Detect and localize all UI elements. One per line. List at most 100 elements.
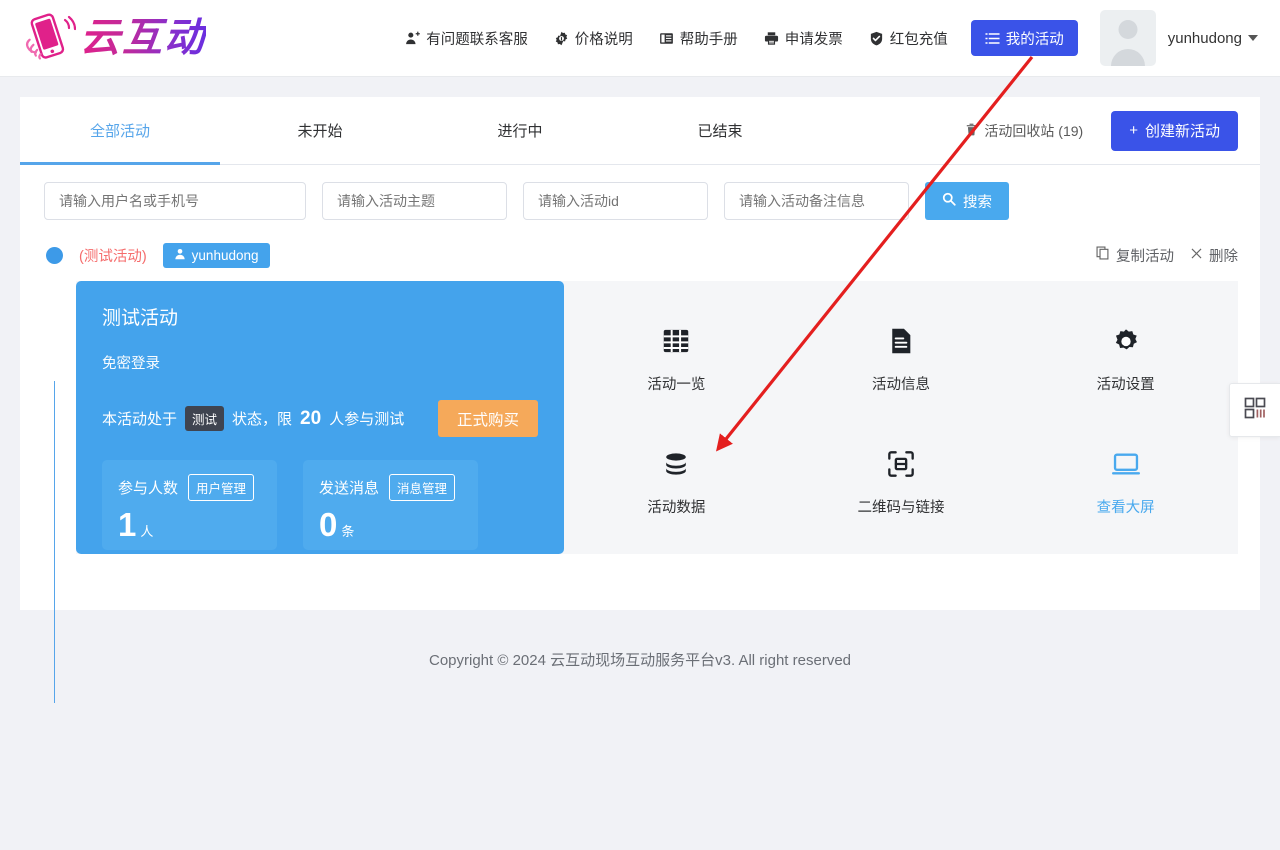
activity-card-row: 测试活动 免密登录 本活动处于 测试 状态，限 20 人参与测试 正式购买 参与… <box>76 281 1238 554</box>
search-input-username[interactable] <box>44 182 306 220</box>
copy-activity-label: 复制活动 <box>1116 248 1174 265</box>
logo[interactable]: 云互动 <box>20 10 206 66</box>
activity-stats: 参与人数 用户管理 1 人 发送消息 消息管理 0 条 <box>102 460 538 550</box>
tool-view-bigscreen[interactable]: 查看大屏 <box>1097 449 1155 517</box>
stat-value-wrap: 1 人 <box>118 508 261 541</box>
stat-head: 发送消息 消息管理 <box>319 474 462 501</box>
tool-label: 查看大屏 <box>1096 499 1155 516</box>
tool-activity-info[interactable]: 活动信息 <box>872 326 930 394</box>
recycle-bin-label: 活动回收站 (19) <box>984 122 1084 139</box>
user-support-icon <box>405 31 421 46</box>
app-header: 云互动 有问题联系客服 价格说明 帮助手册 申请发票 红包充值 我的活动 yun… <box>0 0 1280 77</box>
delete-activity-button[interactable]: 删除 <box>1190 245 1238 266</box>
copy-icon <box>1096 246 1110 264</box>
close-icon <box>1190 247 1203 264</box>
search-filters: 搜索 <box>20 165 1260 237</box>
tool-activity-overview[interactable]: 活动一览 <box>647 326 705 394</box>
nav-item-help-manual[interactable]: 帮助手册 <box>646 28 751 49</box>
nav-item-redpacket-recharge[interactable]: 红包充值 <box>856 28 961 49</box>
search-input-remark[interactable] <box>724 182 909 220</box>
footer-copyright: Copyright © 2024 云互动现场互动服务平台v3. All righ… <box>428 652 851 669</box>
nav-label: 我的活动 <box>1005 31 1064 48</box>
tab-list: 全部活动 未开始 进行中 已结束 <box>20 97 820 165</box>
qr-code-icon <box>1243 396 1267 425</box>
monitor-icon <box>1111 449 1141 479</box>
activity-status-text: 本活动处于 测试 状态，限 20 人参与测试 <box>102 406 404 431</box>
tab-label: 进行中 <box>497 123 543 140</box>
activity-status-row: 本活动处于 测试 状态，限 20 人参与测试 正式购买 <box>102 400 538 437</box>
tool-label: 活动信息 <box>871 377 930 394</box>
nav-label: 红包充值 <box>889 31 948 48</box>
stat-title: 参与人数 <box>118 480 179 497</box>
tab-all-activities[interactable]: 全部活动 <box>20 97 220 165</box>
create-activity-button[interactable]: + 创建新活动 <box>1111 110 1238 151</box>
trash-icon <box>965 123 978 139</box>
nav-item-contact-support[interactable]: 有问题联系客服 <box>392 28 541 49</box>
activities-panel: 全部活动 未开始 进行中 已结束 活动回收站 (19) + 创建新活动 请输入用… <box>20 97 1260 703</box>
stat-value: 0 <box>319 506 338 543</box>
recycle-bin-link[interactable]: 活动回收站 (19) <box>965 121 1111 141</box>
activity-tools-grid: 活动一览 活动信息 活动设置 活动数据 二维码与链接 查看大屏 <box>564 281 1238 554</box>
nav-item-request-invoice[interactable]: 申请发票 <box>751 28 856 49</box>
stat-value: 1 <box>118 506 137 543</box>
nav-item-price-info[interactable]: 价格说明 <box>541 28 646 49</box>
tool-label: 活动设置 <box>1096 377 1155 394</box>
activity-summary-card: 测试活动 免密登录 本活动处于 测试 状态，限 20 人参与测试 正式购买 参与… <box>76 281 564 554</box>
search-icon <box>942 192 956 210</box>
avatar <box>1099 10 1156 66</box>
status-limit-number: 20 <box>300 407 322 429</box>
search-button-label: 搜索 <box>963 194 992 211</box>
tool-activity-data[interactable]: 活动数据 <box>647 449 705 517</box>
grid-icon <box>661 326 691 356</box>
message-management-button[interactable]: 消息管理 <box>389 474 456 501</box>
create-activity-label: 创建新活动 <box>1144 123 1220 140</box>
delete-activity-label: 删除 <box>1209 248 1238 265</box>
tab-not-started[interactable]: 未开始 <box>220 97 420 164</box>
search-input-activity-id[interactable] <box>523 182 708 220</box>
user-icon <box>174 248 186 263</box>
owner-badge[interactable]: yunhudong <box>162 242 270 268</box>
user-menu[interactable]: yunhudong <box>1099 10 1258 66</box>
nav-label: 帮助手册 <box>679 31 738 48</box>
owner-name: yunhudong <box>191 247 259 263</box>
stat-head: 参与人数 用户管理 <box>118 474 261 501</box>
tab-label: 全部活动 <box>89 123 150 140</box>
buy-button[interactable]: 正式购买 <box>437 400 538 437</box>
tool-label: 活动数据 <box>647 499 706 516</box>
header-nav: 有问题联系客服 价格说明 帮助手册 申请发票 红包充值 我的活动 <box>392 20 1078 56</box>
search-button[interactable]: 搜索 <box>925 182 1009 220</box>
tab-label: 已结束 <box>697 123 743 140</box>
stat-messages: 发送消息 消息管理 0 条 <box>303 460 478 550</box>
document-icon <box>886 326 916 356</box>
test-activity-label: (测试活动) <box>79 248 147 265</box>
activity-subtitle: 免密登录 <box>102 356 160 372</box>
logo-text: 云互动 <box>80 10 206 66</box>
qr-scan-icon <box>886 449 916 479</box>
tool-qrcode-link[interactable]: 二维码与链接 <box>857 449 944 517</box>
qr-code-float-button[interactable] <box>1229 383 1280 437</box>
stat-participants: 参与人数 用户管理 1 人 <box>102 460 277 550</box>
page-body: 全部活动 未开始 进行中 已结束 活动回收站 (19) + 创建新活动 请输入用… <box>0 77 1280 850</box>
user-management-button[interactable]: 用户管理 <box>188 474 255 501</box>
tool-activity-settings[interactable]: 活动设置 <box>1097 326 1155 394</box>
status-prefix: 本活动处于 <box>102 411 178 428</box>
database-icon <box>661 449 691 479</box>
printer-icon <box>764 31 779 46</box>
tabs-bar: 全部活动 未开始 进行中 已结束 活动回收站 (19) + 创建新活动 <box>20 97 1260 165</box>
plus-icon: + <box>1129 122 1138 139</box>
shield-check-icon <box>869 31 884 46</box>
search-input-subject[interactable] <box>322 182 507 220</box>
gear-info-icon <box>554 31 569 46</box>
status-tag: 测试 <box>185 406 225 431</box>
nav-item-my-activities[interactable]: 我的活动 <box>970 20 1078 56</box>
copy-activity-button[interactable]: 复制活动 <box>1096 245 1174 266</box>
stat-value-wrap: 0 条 <box>319 508 462 541</box>
activity-actions: 复制活动 删除 <box>1096 245 1238 266</box>
status-middle: 状态，限 <box>232 411 293 428</box>
chevron-down-icon <box>1248 35 1258 41</box>
nav-label: 申请发票 <box>784 31 843 48</box>
tool-label: 活动一览 <box>647 377 706 394</box>
tab-ended[interactable]: 已结束 <box>620 97 820 164</box>
tab-in-progress[interactable]: 进行中 <box>420 97 620 164</box>
stat-unit: 条 <box>341 524 355 539</box>
